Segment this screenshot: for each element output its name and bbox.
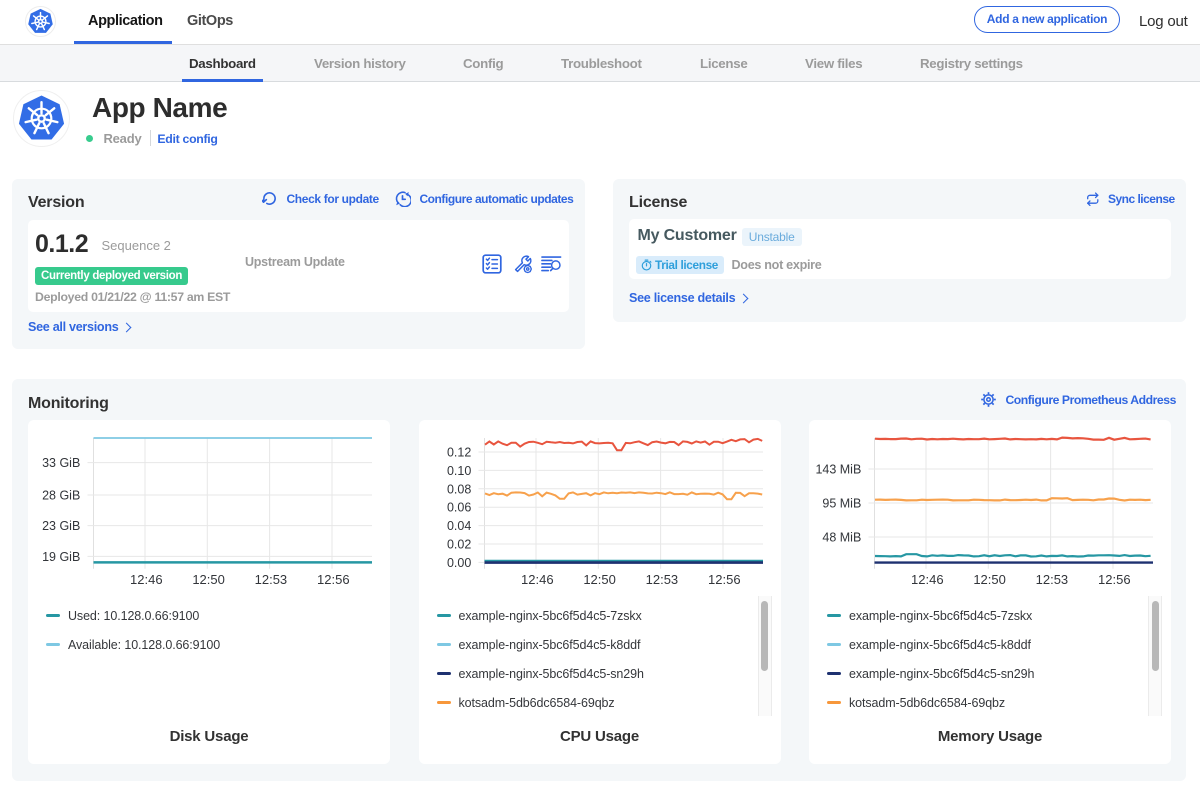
svg-text:95 MiB: 95 MiB [822,497,861,511]
svg-text:19 GiB: 19 GiB [42,550,80,564]
svg-text:143 MiB: 143 MiB [815,463,861,477]
svg-text:0.12: 0.12 [446,446,470,460]
svg-text:0.00: 0.00 [446,556,470,570]
svg-text:28 GiB: 28 GiB [42,489,80,503]
svg-text:12:56: 12:56 [1098,572,1131,587]
svg-text:12:46: 12:46 [130,572,163,587]
svg-text:12:50: 12:50 [973,572,1006,587]
svg-text:12:46: 12:46 [521,572,554,587]
svg-text:0.04: 0.04 [446,519,470,533]
svg-text:48 MiB: 48 MiB [822,531,861,545]
svg-text:12:53: 12:53 [1036,572,1069,587]
svg-text:12:56: 12:56 [708,572,741,587]
svg-text:33 GiB: 33 GiB [42,456,80,470]
svg-text:0.06: 0.06 [446,501,470,515]
svg-text:12:53: 12:53 [255,572,288,587]
svg-text:23 GiB: 23 GiB [42,519,80,533]
svg-text:12:53: 12:53 [645,572,678,587]
svg-text:12:46: 12:46 [911,572,944,587]
svg-text:12:56: 12:56 [317,572,350,587]
svg-text:0.10: 0.10 [446,464,470,478]
svg-text:12:50: 12:50 [192,572,225,587]
svg-text:0.02: 0.02 [446,538,470,552]
svg-text:12:50: 12:50 [583,572,616,587]
svg-text:0.08: 0.08 [446,482,470,496]
